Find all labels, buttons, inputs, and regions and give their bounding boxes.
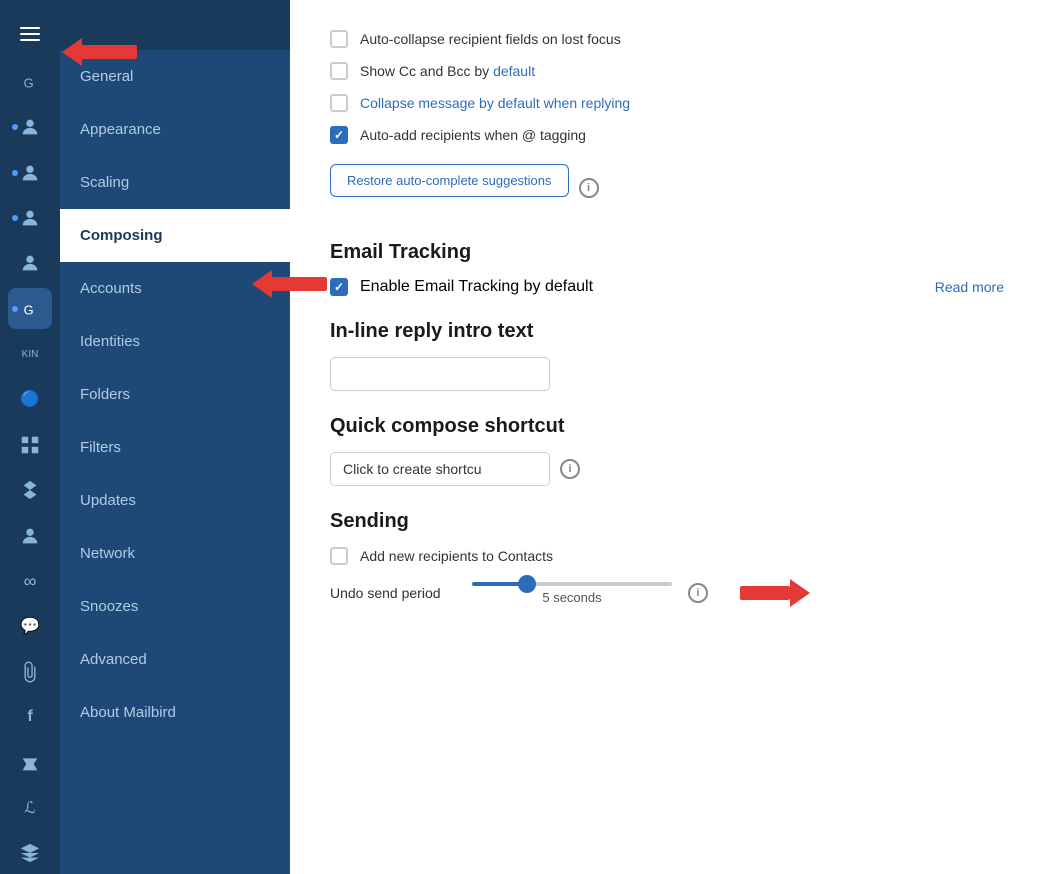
email-tracking-label: Enable Email Tracking by default (360, 278, 593, 296)
sidebar-icon-person2[interactable] (8, 152, 52, 193)
nav-item-filters[interactable]: Filters (60, 421, 290, 474)
nav-item-general[interactable]: General (60, 50, 290, 103)
sidebar-icon-person3[interactable] (8, 197, 52, 238)
dot-indicator (12, 215, 18, 221)
svg-text:G: G (24, 302, 34, 317)
arrow-right-indicator (740, 579, 810, 607)
undo-send-slider[interactable] (472, 582, 672, 586)
nav-item-accounts[interactable]: Accounts (60, 262, 290, 315)
checkbox-show-cc-bcc-label: Show Cc and Bcc by default (360, 63, 535, 79)
checkbox-show-cc-bcc-input[interactable] (330, 62, 348, 80)
sidebar-icon-facebook[interactable]: f (8, 697, 52, 738)
undo-send-label: Undo send period (330, 585, 460, 601)
icon-bar: G G KIN 🔵 ∞ 💬 f ℒ (0, 0, 60, 874)
checkbox-add-recipients-label: Add new recipients to Contacts (360, 548, 553, 564)
nav-item-network[interactable]: Network (60, 527, 290, 580)
email-tracking-left: Enable Email Tracking by default (330, 278, 593, 296)
dot-indicator (12, 170, 18, 176)
sidebar-icon-person4[interactable] (8, 243, 52, 284)
sidebar-icon-infinity[interactable]: ∞ (8, 560, 52, 601)
sidebar-icon-l[interactable]: ℒ (8, 787, 52, 828)
email-tracking-row: Enable Email Tracking by default Read mo… (330, 278, 1004, 296)
sidebar: General Appearance Scaling Composing Acc… (60, 0, 290, 874)
undo-send-value: 5 seconds (472, 590, 672, 605)
shortcut-row: i (330, 452, 1004, 486)
dot-indicator (12, 306, 18, 312)
checkbox-collapse-message: Collapse message by default when replyin… (330, 94, 1004, 112)
main-content: Auto-collapse recipient fields on lost f… (290, 0, 1044, 874)
arrow-head (790, 579, 810, 607)
sidebar-icon-person1[interactable] (8, 106, 52, 147)
arrow-body (740, 586, 790, 600)
email-tracking-title: Email Tracking (330, 241, 1004, 264)
sidebar-icon-g2[interactable]: G (8, 288, 52, 329)
quick-compose-title: Quick compose shortcut (330, 415, 1004, 438)
checkbox-auto-add-label: Auto-add recipients when @ tagging (360, 127, 586, 143)
sidebar-icon-grid[interactable] (8, 424, 52, 465)
quick-compose-input[interactable] (330, 452, 550, 486)
inline-reply-title: In-line reply intro text (330, 320, 1004, 343)
restore-button[interactable]: Restore auto-complete suggestions (330, 164, 569, 197)
checkbox-auto-collapse-input[interactable] (330, 30, 348, 48)
inline-reply-section: In-line reply intro text (330, 320, 1004, 391)
checkbox-show-cc-bcc: Show Cc and Bcc by default (330, 62, 1004, 80)
checkbox-collapse-message-input[interactable] (330, 94, 348, 112)
sidebar-icon-layers[interactable] (8, 833, 52, 874)
nav-item-composing[interactable]: Composing (60, 209, 290, 262)
checkbox-auto-add-input[interactable] (330, 126, 348, 144)
checkbox-collapse-message-label: Collapse message by default when replyin… (360, 95, 630, 111)
hamburger-icon (20, 27, 40, 41)
sidebar-icon-emoji[interactable]: 🔵 (8, 379, 52, 420)
quick-compose-section: Quick compose shortcut i (330, 415, 1004, 486)
nav-item-appearance[interactable]: Appearance (60, 103, 290, 156)
checkbox-add-recipients-input[interactable] (330, 547, 348, 565)
checkbox-auto-add: Auto-add recipients when @ tagging (330, 126, 1004, 144)
sending-section: Sending Add new recipients to Contacts U… (330, 510, 1004, 607)
sidebar-header (60, 0, 290, 50)
checkbox-add-recipients: Add new recipients to Contacts (330, 547, 1004, 565)
nav-item-identities[interactable]: Identities (60, 315, 290, 368)
nav-item-folders[interactable]: Folders (60, 368, 290, 421)
nav-item-snoozes[interactable]: Snoozes (60, 580, 290, 633)
nav-item-advanced[interactable]: Advanced (60, 633, 290, 686)
nav-item-about[interactable]: About Mailbird (60, 686, 290, 739)
checkbox-auto-collapse-label: Auto-collapse recipient fields on lost f… (360, 31, 621, 47)
sidebar-icon-g1[interactable]: G (8, 61, 52, 102)
sidebar-icon-dropbox[interactable] (8, 470, 52, 511)
sidebar-icon-person5[interactable] (8, 515, 52, 556)
sidebar-icon-kin[interactable]: KIN (8, 333, 52, 374)
undo-send-info-icon[interactable]: i (688, 583, 708, 603)
restore-row: Restore auto-complete suggestions i (330, 158, 1004, 217)
inline-reply-input[interactable] (330, 357, 550, 391)
email-tracking-section: Email Tracking Enable Email Tracking by … (330, 241, 1004, 296)
read-more-link[interactable]: Read more (935, 279, 1004, 295)
nav-item-updates[interactable]: Updates (60, 474, 290, 527)
checkbox-auto-collapse: Auto-collapse recipient fields on lost f… (330, 30, 1004, 48)
sidebar-icon-whatsapp[interactable]: 💬 (8, 606, 52, 647)
restore-info-icon[interactable]: i (579, 178, 599, 198)
hamburger-button[interactable] (0, 10, 60, 57)
sidebar-icon-attach[interactable] (8, 651, 52, 692)
sending-title: Sending (330, 510, 1004, 533)
nav-item-scaling[interactable]: Scaling (60, 156, 290, 209)
shortcut-info-icon[interactable]: i (560, 459, 580, 479)
slider-wrap: 5 seconds (472, 582, 672, 605)
dot-indicator (12, 124, 18, 130)
sidebar-icon-drive[interactable] (8, 742, 52, 783)
checkbox-email-tracking[interactable] (330, 278, 348, 296)
undo-send-row: Undo send period 5 seconds i (330, 579, 1004, 607)
svg-text:G: G (24, 75, 34, 90)
